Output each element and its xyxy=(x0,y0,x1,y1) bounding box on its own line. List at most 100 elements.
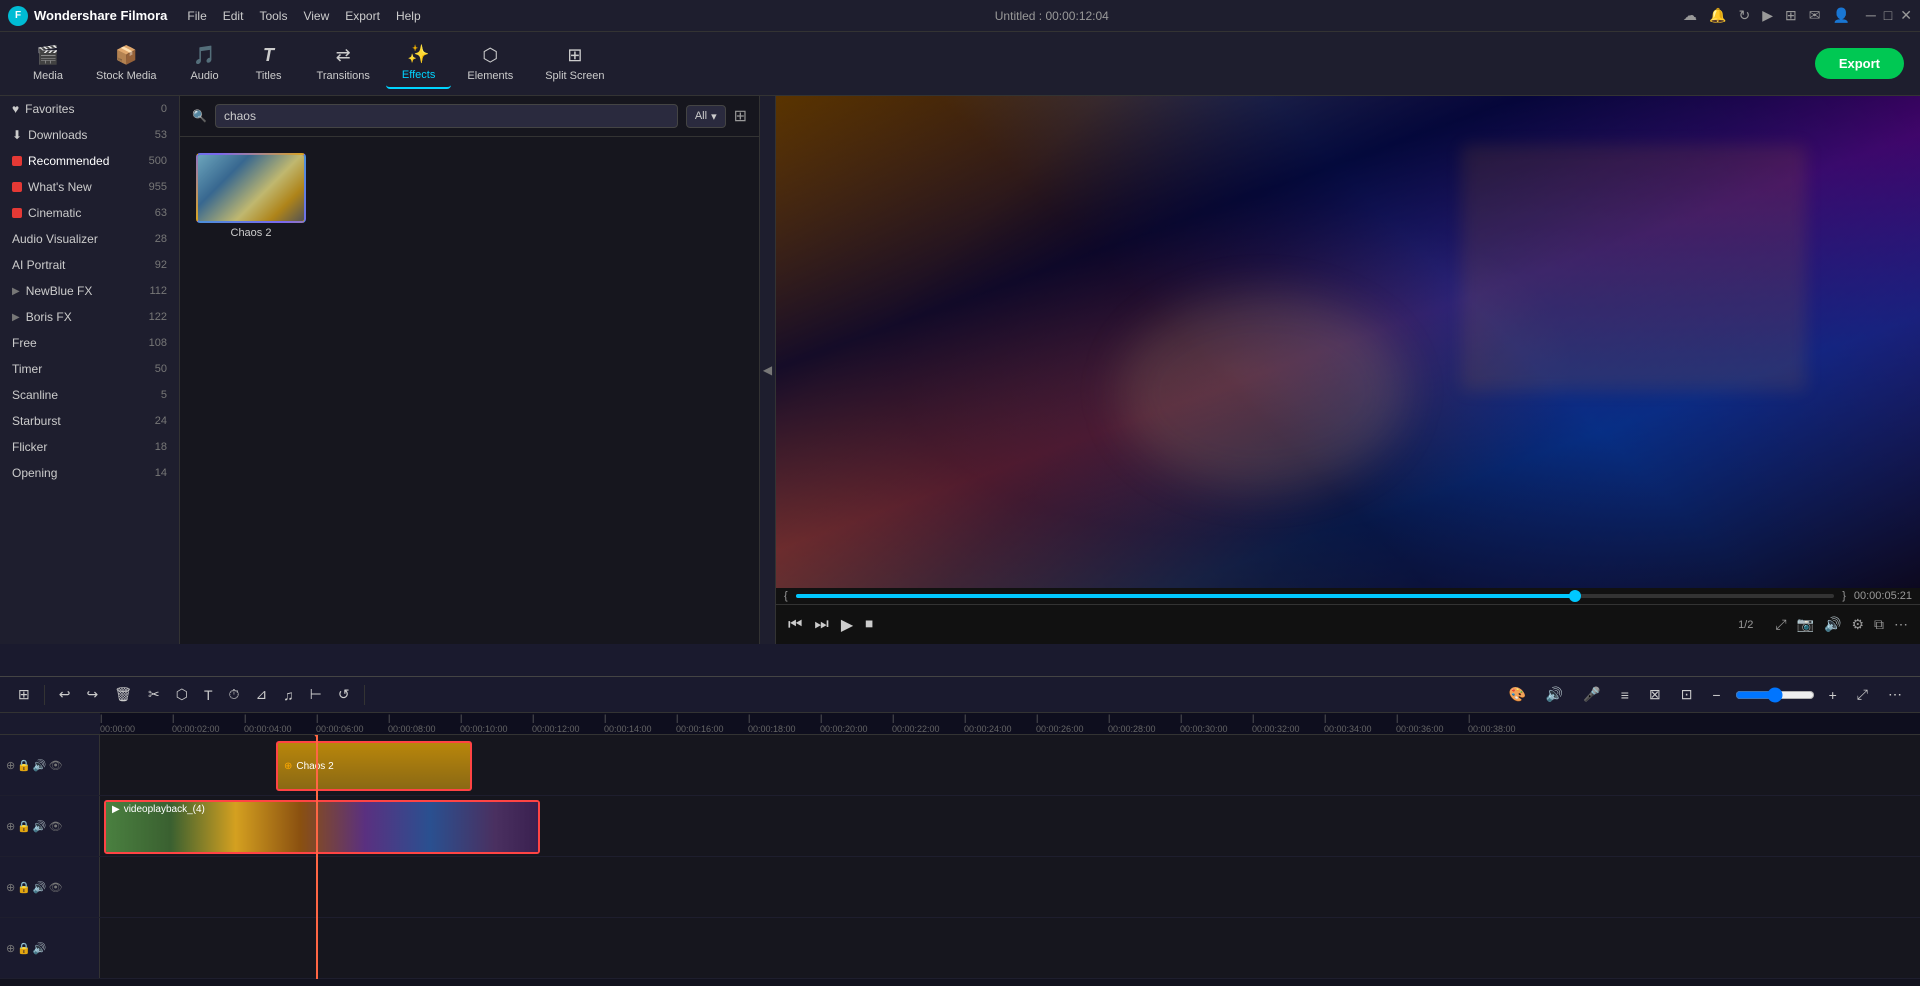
menu-tools[interactable]: Tools xyxy=(259,9,287,23)
search-input[interactable] xyxy=(215,104,678,128)
track-icon-3[interactable]: 🔊 xyxy=(33,759,47,772)
voice-button[interactable]: 🎤 xyxy=(1577,682,1606,707)
panel-collapse-button[interactable]: ◀ xyxy=(760,96,776,644)
sidebar-item-scanline[interactable]: Scanline 5 xyxy=(0,382,179,408)
timer-button[interactable]: ⏱ xyxy=(223,682,246,707)
skip-back-button[interactable]: ⏮ xyxy=(788,616,802,634)
sidebar-item-flicker[interactable]: Flicker 18 xyxy=(0,434,179,460)
track-audio2-icon-3[interactable]: 🔊 xyxy=(33,942,47,955)
track-audio1-icon-1[interactable]: ⊕ xyxy=(6,881,15,894)
menu-help[interactable]: Help xyxy=(396,9,421,23)
more-icon[interactable]: ⋯ xyxy=(1894,616,1908,633)
track-icon-2[interactable]: 🔒 xyxy=(17,759,31,772)
fit-button[interactable]: ⤢ xyxy=(1851,682,1874,707)
sidebar-item-ai-portrait[interactable]: AI Portrait 92 xyxy=(0,252,179,278)
effect-item-chaos2[interactable]: Chaos 2 xyxy=(196,153,306,239)
sidebar-item-boris-fx[interactable]: ▶ Boris FX 122 xyxy=(0,304,179,330)
text-button[interactable]: T xyxy=(198,683,219,707)
track-audio1-icon-3[interactable]: 🔊 xyxy=(33,881,47,894)
track-audio1-icon-4[interactable]: 👁 xyxy=(49,881,63,894)
user-icon[interactable]: 👤 xyxy=(1832,7,1849,24)
grid-icon[interactable]: ⊞ xyxy=(1785,7,1797,24)
close-button[interactable]: ✕ xyxy=(1900,7,1912,24)
cloud-icon[interactable]: ☁ xyxy=(1683,7,1697,24)
play-button[interactable]: ▶ xyxy=(841,615,853,635)
sidebar-item-free[interactable]: Free 108 xyxy=(0,330,179,356)
cut-button[interactable]: ✂ xyxy=(142,682,166,707)
message-icon[interactable]: ✉ xyxy=(1809,7,1821,24)
auto-reframe-button[interactable]: ⊠ xyxy=(1643,682,1667,707)
refresh-icon[interactable]: ↻ xyxy=(1738,7,1750,24)
fullscreen-icon[interactable]: ⤢ xyxy=(1775,616,1786,633)
audio-sync-button[interactable]: 🔊 xyxy=(1540,682,1569,707)
undo-button[interactable]: ↩ xyxy=(53,682,77,707)
sidebar-item-timer[interactable]: Timer 50 xyxy=(0,356,179,382)
grid-view-button[interactable]: ⊞ xyxy=(734,106,747,126)
tab-effects[interactable]: ✨ Effects xyxy=(386,38,451,89)
equalizer-button[interactable]: ≡ xyxy=(1615,683,1635,707)
settings-icon[interactable]: ⚙ xyxy=(1851,616,1864,633)
redo-button[interactable]: ↪ xyxy=(80,682,104,707)
pip-icon[interactable]: ⧉ xyxy=(1874,616,1884,633)
effect-thumbnail[interactable] xyxy=(196,153,306,223)
sidebar-item-whats-new[interactable]: What's New 955 xyxy=(0,174,179,200)
sidebar-item-newblue-fx[interactable]: ▶ NewBlue FX 112 xyxy=(0,278,179,304)
effect-clip-icon: ⊕ xyxy=(284,761,292,772)
sidebar-item-cinematic[interactable]: Cinematic 63 xyxy=(0,200,179,226)
filter-dropdown[interactable]: All ▾ xyxy=(686,105,726,128)
zoom-out-button[interactable]: − xyxy=(1706,683,1726,707)
play-icon[interactable]: ▶ xyxy=(1762,7,1773,24)
track-audio2-icon-2[interactable]: 🔒 xyxy=(17,942,31,955)
menu-file[interactable]: File xyxy=(187,9,206,23)
speed-button[interactable]: ↺ xyxy=(332,682,356,707)
tab-elements[interactable]: ⬡ Elements xyxy=(451,39,529,88)
sidebar-item-audio-visualizer[interactable]: Audio Visualizer 28 xyxy=(0,226,179,252)
maximize-button[interactable]: □ xyxy=(1884,7,1892,24)
video-clip-main[interactable]: ▶ videoplayback_(4) xyxy=(104,800,540,854)
stop-button[interactable]: ⏹ xyxy=(865,616,873,634)
track-icon-4[interactable]: 👁 xyxy=(49,759,63,772)
tab-transitions[interactable]: ⇄ Transitions xyxy=(301,39,386,88)
track-video-icon-4[interactable]: 👁 xyxy=(49,820,63,833)
effect-clip-chaos2[interactable]: ⊕ Chaos 2 xyxy=(276,741,472,791)
clip-button[interactable]: ⬡ xyxy=(170,682,194,707)
track-video-icon-3[interactable]: 🔊 xyxy=(33,820,47,833)
track-audio2-icon-1[interactable]: ⊕ xyxy=(6,942,15,955)
track-audio1-icon-2[interactable]: 🔒 xyxy=(17,881,31,894)
audio-clip-button[interactable]: ♫ xyxy=(277,683,300,707)
menu-edit[interactable]: Edit xyxy=(223,9,244,23)
tab-audio[interactable]: 🎵 Audio xyxy=(173,39,237,88)
export-button[interactable]: Export xyxy=(1815,48,1904,79)
zoom-in-button[interactable]: + xyxy=(1823,683,1843,707)
sidebar-item-favorites[interactable]: ♥ Favorites 0 xyxy=(0,96,179,122)
menu-view[interactable]: View xyxy=(303,9,329,23)
progress-thumb[interactable] xyxy=(1569,590,1581,602)
bell-icon[interactable]: 🔔 xyxy=(1709,7,1726,24)
color-match-button[interactable]: 🎨 xyxy=(1502,682,1531,707)
sidebar-item-opening[interactable]: Opening 14 xyxy=(0,460,179,486)
progress-track[interactable] xyxy=(796,594,1835,598)
track-body-effect: ⊕ Chaos 2 xyxy=(100,735,1920,795)
caption-button[interactable]: ⊡ xyxy=(1675,682,1699,707)
snapshot-icon[interactable]: 📷 xyxy=(1797,616,1814,633)
tab-titles[interactable]: T Titles xyxy=(237,39,301,88)
sidebar-item-downloads[interactable]: ⬇ Downloads 53 xyxy=(0,122,179,148)
zoom-slider[interactable] xyxy=(1735,687,1815,703)
tab-split-screen[interactable]: ⊞ Split Screen xyxy=(529,39,620,88)
adjust-button[interactable]: ⊿ xyxy=(249,682,273,707)
sidebar-item-starburst[interactable]: Starburst 24 xyxy=(0,408,179,434)
track-video-icon-2[interactable]: 🔒 xyxy=(17,820,31,833)
track-icon-1[interactable]: ⊕ xyxy=(6,759,15,772)
tab-media[interactable]: 🎬 Media xyxy=(16,39,80,88)
volume-icon[interactable]: 🔊 xyxy=(1824,616,1841,633)
track-video-icon-1[interactable]: ⊕ xyxy=(6,820,15,833)
more-options-button[interactable]: ⋯ xyxy=(1882,682,1908,707)
add-track-button[interactable]: ⊞ xyxy=(12,682,36,707)
step-back-button[interactable]: ⏭ xyxy=(814,616,828,634)
tab-stock-media[interactable]: 📦 Stock Media xyxy=(80,39,173,88)
split-button[interactable]: ⊢ xyxy=(304,682,328,707)
menu-export[interactable]: Export xyxy=(345,9,380,23)
minimize-button[interactable]: ─ xyxy=(1866,7,1876,24)
sidebar-item-recommended[interactable]: Recommended 500 xyxy=(0,148,179,174)
delete-button[interactable]: 🗑 xyxy=(108,682,138,707)
